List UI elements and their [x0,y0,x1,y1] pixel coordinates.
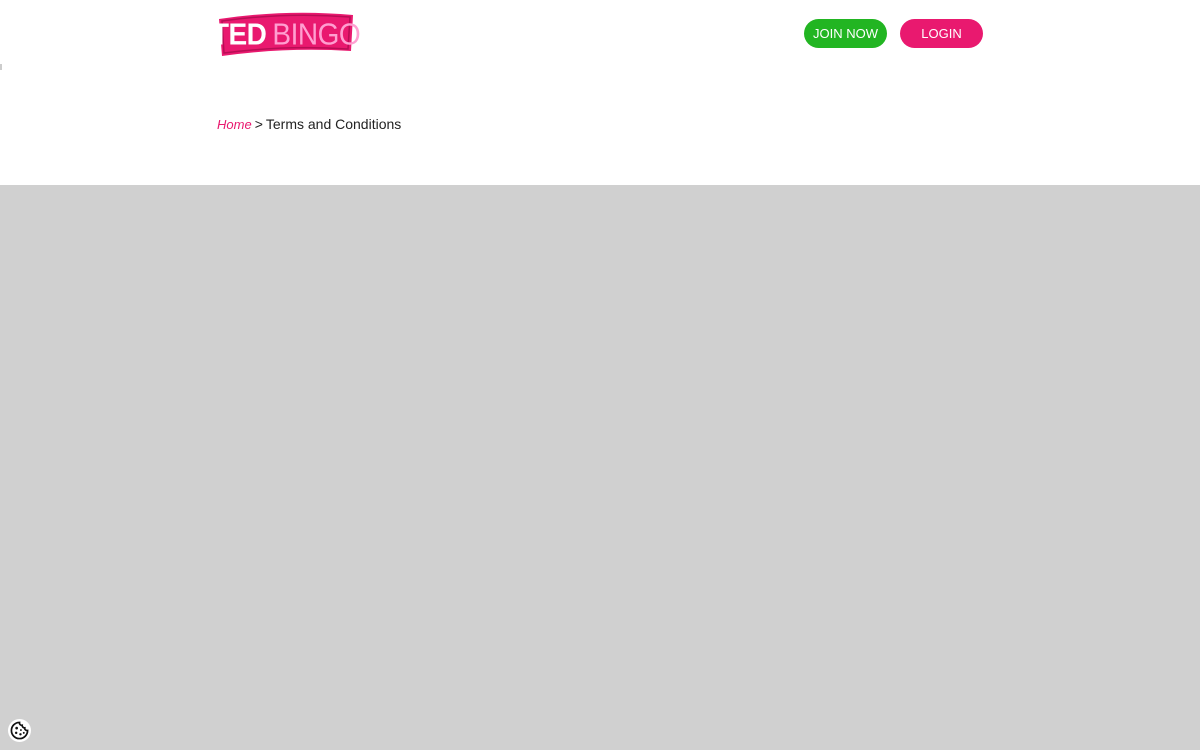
join-now-button[interactable]: JOIN NOW [804,19,887,48]
breadcrumb-current: Terms and Conditions [265,116,402,132]
logo-word-bingo: BINGO [272,17,361,52]
edge-marker [0,64,2,70]
breadcrumb: Home > Terms and Conditions [217,116,401,132]
ted-bingo-logo[interactable]: TED BINGO [212,11,361,57]
page: TED BINGO JOIN NOW LOGIN Home > Terms and … [0,0,1200,750]
content-placeholder [0,185,1200,750]
logo-word-ted: TED [211,17,267,52]
login-button[interactable]: LOGIN [900,19,983,48]
site-header: TED BINGO JOIN NOW LOGIN Home > Terms and … [0,0,1200,185]
breadcrumb-home-link[interactable]: Home [217,117,252,132]
cookie-icon [10,721,29,740]
cookie-settings-button[interactable] [8,719,31,742]
logo-wordmark: TED BINGO [212,13,361,56]
breadcrumb-separator: > [254,116,263,132]
